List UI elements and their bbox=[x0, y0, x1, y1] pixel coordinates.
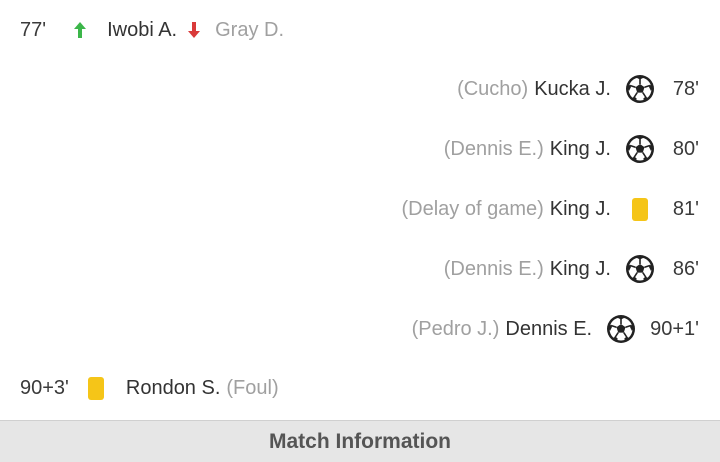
event-row-goal: (Pedro J.) Dennis E. 90+1' bbox=[0, 299, 720, 359]
carded-player-name[interactable]: Rondon S. bbox=[126, 376, 221, 400]
match-events-list: 77' Iwobi A. Gray D. (Cucho) Kucka J. 78… bbox=[0, 0, 720, 420]
arrow-down-icon bbox=[187, 21, 201, 39]
event-minute: 90+3' bbox=[20, 377, 69, 399]
soccer-ball-icon bbox=[625, 74, 655, 104]
event-row-goal: (Dennis E.) King J. 80' bbox=[0, 119, 720, 179]
scorer-name[interactable]: Kucka J. bbox=[534, 77, 611, 101]
assist-name[interactable]: (Pedro J.) bbox=[412, 317, 500, 341]
card-reason: (Foul) bbox=[226, 377, 279, 399]
yellow-card-icon bbox=[87, 376, 104, 400]
event-minute: 80' bbox=[672, 138, 699, 160]
event-row-yellow-card: (Delay of game) King J. 81' bbox=[0, 179, 720, 239]
event-row-goal: (Cucho) Kucka J. 78' bbox=[0, 59, 720, 119]
scorer-name[interactable]: King J. bbox=[550, 137, 611, 161]
scorer-name[interactable]: King J. bbox=[550, 257, 611, 281]
event-minute: 77' bbox=[20, 19, 47, 41]
soccer-ball-icon bbox=[625, 134, 655, 164]
player-out-name[interactable]: Gray D. bbox=[215, 18, 284, 42]
soccer-ball-icon bbox=[625, 254, 655, 284]
assist-name[interactable]: (Cucho) bbox=[457, 77, 528, 101]
event-row-substitution: 77' Iwobi A. Gray D. bbox=[0, 0, 720, 60]
player-in-name[interactable]: Iwobi A. bbox=[107, 18, 177, 42]
event-row-goal: (Dennis E.) King J. 86' bbox=[0, 239, 720, 299]
event-minute: 90+1' bbox=[650, 318, 699, 340]
event-minute: 81' bbox=[672, 198, 699, 220]
card-reason: (Delay of game) bbox=[401, 198, 544, 220]
event-row-yellow-card: 90+3' Rondon S. (Foul) bbox=[0, 358, 720, 418]
assist-name[interactable]: (Dennis E.) bbox=[444, 257, 544, 281]
soccer-ball-icon bbox=[606, 314, 636, 344]
event-minute: 86' bbox=[672, 258, 699, 280]
yellow-card-icon bbox=[631, 197, 648, 221]
carded-player-name[interactable]: King J. bbox=[550, 197, 611, 221]
event-minute: 78' bbox=[672, 78, 699, 100]
scorer-name[interactable]: Dennis E. bbox=[505, 317, 592, 341]
match-information-tab[interactable]: Match Information bbox=[0, 420, 720, 462]
arrow-up-icon bbox=[73, 21, 87, 39]
assist-name[interactable]: (Dennis E.) bbox=[444, 137, 544, 161]
